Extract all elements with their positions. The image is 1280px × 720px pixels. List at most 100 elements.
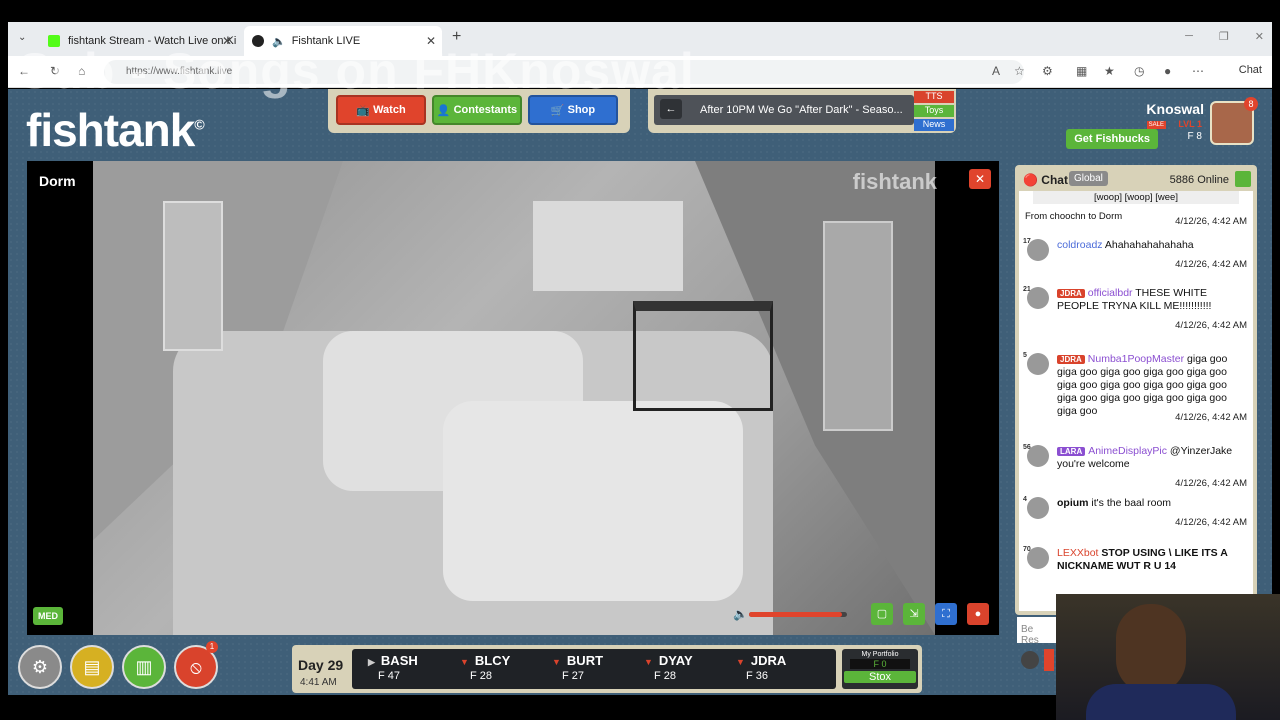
address-bar[interactable]: https://www.fishtank.live	[104, 60, 1024, 84]
minimize-icon[interactable]: ─	[1185, 30, 1193, 43]
global-tab[interactable]: Global	[1069, 171, 1108, 186]
contestants-button[interactable]: 👤 Contestants	[432, 95, 522, 125]
watch-button[interactable]: 📺 Watch	[336, 95, 426, 125]
stock-symbol: BLCY	[474, 653, 511, 668]
more-icon[interactable]: ⋯	[1192, 64, 1204, 78]
speaker-icon[interactable]: 🔈	[272, 35, 286, 48]
close-icon[interactable]: ✕	[426, 34, 436, 48]
clip-icon[interactable]: ▢	[871, 603, 893, 625]
chat-username[interactable]: officialbdr	[1088, 287, 1133, 299]
volume-slider[interactable]	[749, 612, 847, 617]
chat-avatar[interactable]	[1027, 287, 1049, 309]
favorite-icon[interactable]: ☆	[1014, 64, 1025, 78]
chat-messages: [woop] [woop] [wee] From choochn to Dorm 4…	[1019, 191, 1253, 611]
down-arrow-icon: ▼	[460, 657, 469, 667]
tts-button[interactable]: TTS	[914, 91, 954, 103]
stox-button[interactable]: Stox	[844, 671, 916, 683]
toys-button[interactable]: Toys	[914, 105, 954, 117]
room-name: Dorm	[39, 173, 76, 189]
chat-username[interactable]: coldroadz	[1057, 239, 1103, 251]
chat-avatar[interactable]	[1027, 239, 1049, 261]
send-button[interactable]	[1044, 649, 1054, 671]
stock-burt[interactable]: ▼ BURT F 27	[552, 653, 642, 682]
get-fishbucks-button[interactable]: Get Fishbucks	[1066, 129, 1158, 149]
portfolio-value: F 0	[850, 659, 910, 669]
fullscreen-icon[interactable]: ⛶	[935, 603, 957, 625]
chat-username[interactable]: opium	[1057, 497, 1089, 509]
tab-fishtank[interactable]: 🔈 Fishtank LIVE ✕	[244, 26, 442, 56]
fishtank-logo[interactable]: fishtank©	[26, 103, 205, 157]
tab-list-icon[interactable]: ⌄	[18, 32, 26, 43]
username[interactable]: Knoswal	[1146, 101, 1204, 117]
volume-icon[interactable]: 🔈	[733, 607, 748, 621]
history-icon[interactable]: ◷	[1134, 64, 1144, 78]
close-window-icon[interactable]: ✕	[1255, 30, 1264, 43]
online-count: 5886 Online	[1169, 174, 1229, 186]
fishbucks-balance: F 8	[1187, 131, 1202, 142]
door	[163, 201, 223, 351]
chat-input[interactable]: Be Res	[1017, 617, 1057, 646]
stock-price: F 28	[654, 670, 677, 682]
tab-kick[interactable]: fishtank Stream - Watch Live on Ki ✕	[40, 26, 238, 56]
right-arrow-icon: ▶	[368, 657, 375, 667]
bed	[443, 401, 743, 601]
stock-price: F 28	[470, 670, 493, 682]
read-aloud-icon[interactable]: A	[992, 64, 1000, 78]
chat-timestamp: 4/12/26, 4:42 AM	[1175, 259, 1247, 270]
maximize-icon[interactable]: ❐	[1219, 30, 1229, 43]
copilot-chat-button[interactable]: Chat	[1239, 64, 1262, 76]
video-player[interactable]: Dorm fishtank ✕ MED 🔈 ▢ ⇲ ⛶ ●	[27, 161, 999, 635]
profile-icon[interactable]: ●	[1164, 64, 1171, 78]
door	[823, 221, 893, 431]
emoji-icon[interactable]	[1021, 651, 1039, 669]
chat-username[interactable]: AnimeDisplayPic	[1088, 445, 1167, 457]
record-icon[interactable]: ●	[967, 603, 989, 625]
user-panel: Knoswal SALE Get Fishbucks LVL 1 F 8 8	[1058, 97, 1258, 159]
chat-timestamp: 4/12/26, 4:42 AM	[1175, 216, 1247, 227]
home-icon[interactable]: ⌂	[78, 64, 85, 78]
close-icon[interactable]: ✕	[969, 169, 991, 189]
camera-feed[interactable]	[93, 161, 935, 635]
close-icon[interactable]: ✕	[222, 34, 232, 48]
news-button[interactable]: News	[914, 119, 954, 131]
news-ticker: After 10PM We Go "After Dark" - Seaso...…	[648, 89, 956, 133]
chat-panel: 🔴 Chat Global 5886 Online [woop] [woop] …	[1015, 165, 1257, 615]
settings-icon[interactable]: ⚙	[18, 645, 62, 689]
shop-button[interactable]: 🛒 Shop	[528, 95, 618, 125]
user-level: 4	[1023, 496, 1027, 503]
chat-avatar[interactable]	[1027, 497, 1049, 519]
chat-timestamp: 4/12/26, 4:42 AM	[1175, 320, 1247, 331]
back-icon[interactable]: ←	[18, 64, 30, 78]
stock-jdra[interactable]: ▼ JDRA F 36	[736, 653, 826, 682]
chat-avatar[interactable]	[1027, 353, 1049, 375]
tank-icon[interactable]: ▤	[70, 645, 114, 689]
chat-avatar[interactable]	[1027, 445, 1049, 467]
back-arrow-icon[interactable]: ←	[660, 99, 682, 119]
trophy-icon[interactable]: ▥	[122, 645, 166, 689]
down-arrow-icon: ▼	[644, 657, 653, 667]
notification-badge: 1	[206, 641, 218, 653]
split-screen-icon[interactable]: ▦	[1076, 64, 1087, 78]
chat-message: [woop] [woop] [wee] From choochn to Dorm 4…	[1023, 191, 1249, 227]
notification-badge[interactable]: 8	[1244, 97, 1258, 111]
chat-username[interactable]: LEXXbot	[1057, 547, 1098, 559]
ticker-text[interactable]: After 10PM We Go "After Dark" - Seaso...	[654, 95, 914, 125]
down-arrow-icon: ▼	[736, 657, 745, 667]
cast-icon[interactable]: ⇲	[903, 603, 925, 625]
stock-blcy[interactable]: ▼ BLCY F 28	[460, 653, 550, 682]
reload-icon[interactable]: ↻	[50, 64, 60, 78]
day-label: Day 29	[298, 657, 344, 673]
stocks-ticker: ▶ BASH F 47 ▼ BLCY F 28 ▼ BURT F 27 ▼ DYAY F 28 ▼ JDR…	[352, 649, 836, 689]
favorites-icon[interactable]: ★	[1104, 64, 1115, 78]
streamer-shirt	[1086, 684, 1236, 720]
stock-bash[interactable]: ▶ BASH F 47	[368, 653, 458, 682]
quality-button[interactable]: MED	[33, 607, 63, 625]
chat-timestamp: 4/12/26, 4:42 AM	[1175, 517, 1247, 528]
chat-expand-icon[interactable]	[1235, 171, 1251, 187]
new-tab-icon[interactable]: +	[452, 28, 461, 46]
chat-avatar[interactable]	[1027, 547, 1049, 569]
tab-title: fishtank Stream - Watch Live on Ki	[68, 35, 237, 47]
chat-username[interactable]: Numba1PoopMaster	[1088, 353, 1184, 365]
extensions-icon[interactable]: ⚙	[1042, 64, 1053, 78]
stock-dyay[interactable]: ▼ DYAY F 28	[644, 653, 734, 682]
